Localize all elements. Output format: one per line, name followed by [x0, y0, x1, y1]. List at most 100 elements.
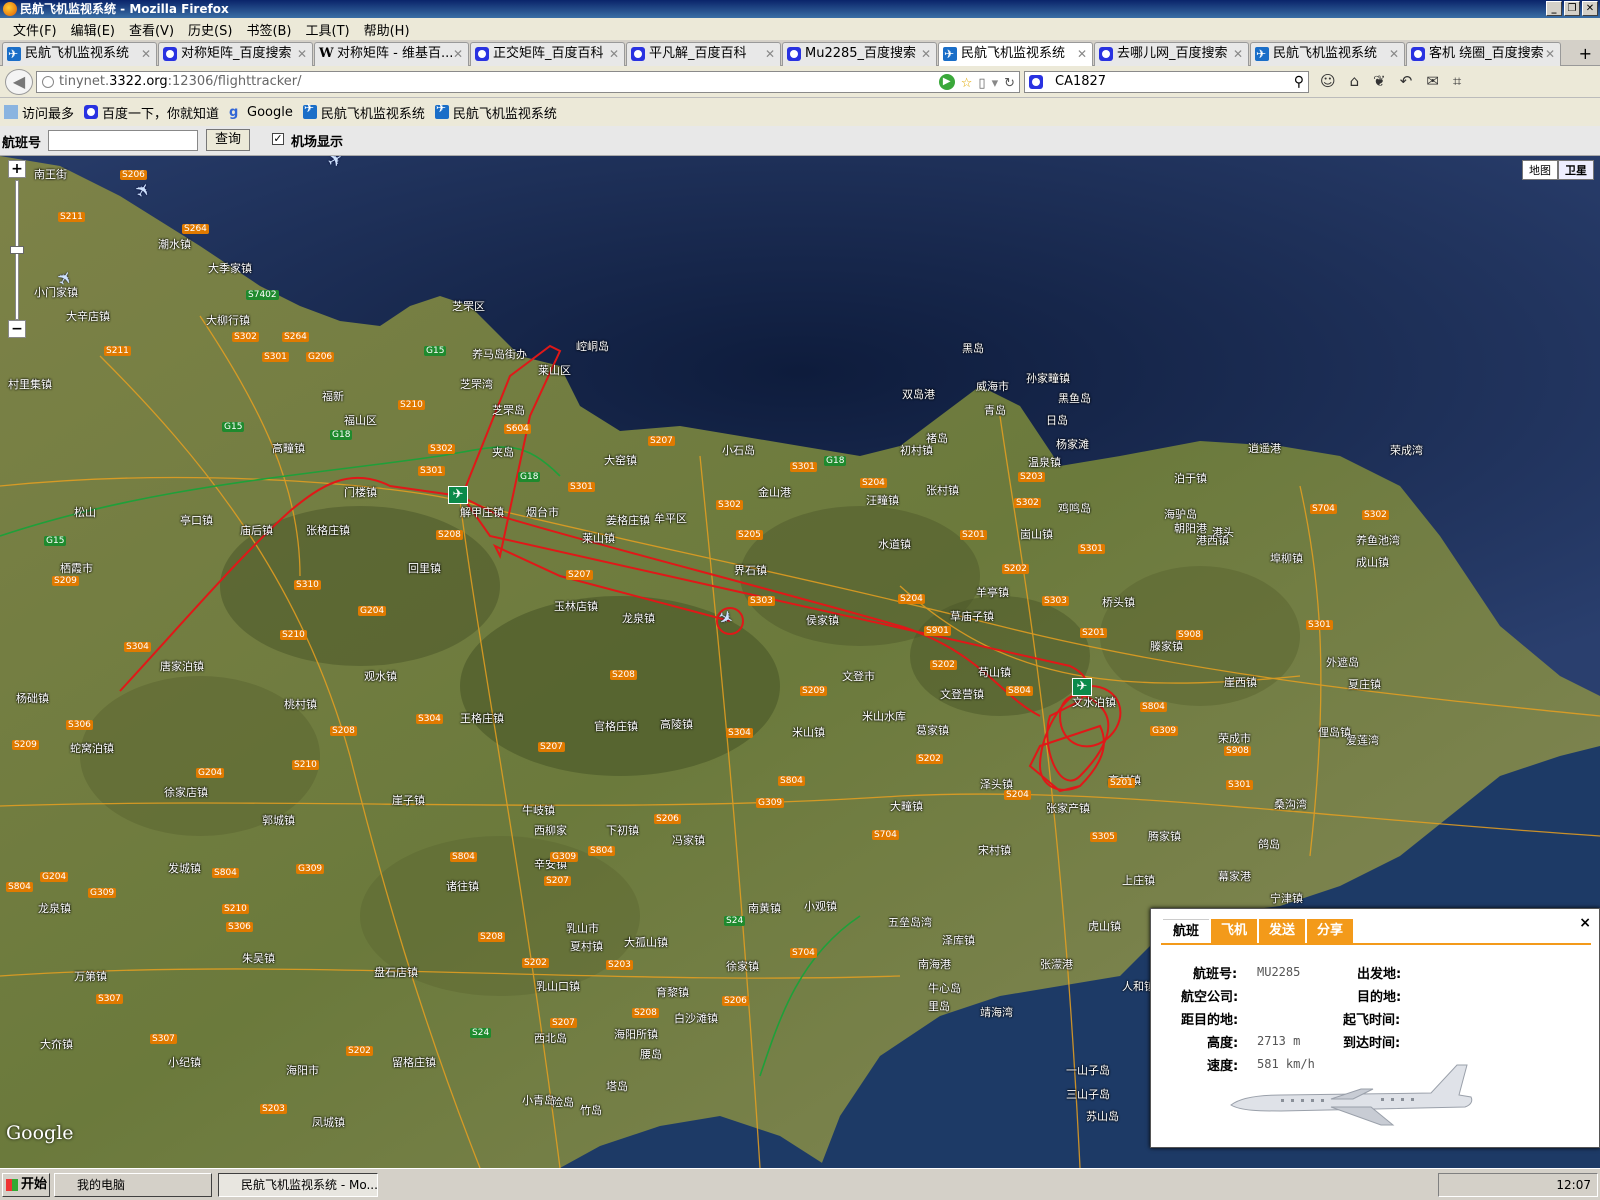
close-tab-icon[interactable]: ✕	[609, 43, 619, 65]
map-label: 逍遥港	[1248, 442, 1281, 455]
tab-flight-monitor-3[interactable]: 民航飞机监视系统✕	[1250, 42, 1405, 66]
flight-number-field-label: 航班号:	[1193, 967, 1238, 982]
smiley-icon[interactable]: ☺	[1320, 72, 1336, 90]
chat-icon[interactable]: ✉	[1426, 72, 1439, 90]
road-shield: S207	[648, 436, 675, 446]
map-label: 米山镇	[792, 726, 825, 739]
map-type-satellite-button[interactable]: 卫星	[1558, 160, 1594, 180]
tab-bar: 民航飞机监视系统✕ 对称矩阵_百度搜索✕ W对称矩阵 - 维基百...✕ 正交矩…	[0, 40, 1600, 67]
bookmark-baidu[interactable]: 百度一下，你就知道	[84, 103, 219, 122]
bookmark-most-visited[interactable]: 访问最多	[4, 103, 74, 122]
bookmark-flight-monitor-1[interactable]: 民航飞机监视系统	[302, 101, 425, 122]
home-icon[interactable]: ⌂	[1350, 72, 1360, 90]
tab-plane-circling-search[interactable]: 客机 绕圈_百度搜索 ✕	[1406, 42, 1561, 66]
menu-file[interactable]: 文件(F)	[6, 20, 64, 39]
road-shield: S301	[568, 482, 595, 492]
dropdown-icon[interactable]: ▾	[992, 74, 999, 94]
close-tab-icon[interactable]: ✕	[1389, 43, 1399, 65]
tab-flight-monitor-active[interactable]: 民航飞机监视系统✕	[938, 42, 1093, 67]
leaf-icon[interactable]: ❦	[1373, 72, 1386, 90]
close-tab-icon[interactable]: ✕	[765, 43, 775, 65]
search-icon[interactable]: ⚲	[1294, 72, 1304, 92]
map-label: 大夼镇	[40, 1038, 73, 1051]
popup-tab-flight[interactable]: 航班	[1163, 919, 1209, 943]
road-shield: S301	[418, 466, 445, 476]
go-icon[interactable]: ▶	[938, 74, 955, 90]
map-label: 杨家滩	[1056, 438, 1089, 451]
popup-tab-share[interactable]: 分享	[1307, 919, 1353, 943]
task-my-computer[interactable]: 我的电脑	[54, 1173, 212, 1197]
star-icon[interactable]: ☆	[961, 74, 973, 94]
query-button[interactable]: 查询	[206, 129, 250, 151]
menu-edit[interactable]: 编辑(E)	[64, 20, 122, 39]
back-button[interactable]: ◀	[5, 69, 33, 95]
baidu-icon	[1029, 75, 1043, 89]
tab-mu2285-search[interactable]: Mu2285_百度搜索 ✕	[782, 42, 937, 66]
zoom-slider-handle[interactable]	[10, 246, 24, 254]
menu-bookmarks[interactable]: 书签(B)	[239, 20, 298, 39]
bookmark-flight-monitor-2[interactable]: 民航飞机监视系统	[434, 101, 557, 122]
road-shield: S804	[6, 882, 33, 892]
minimize-button[interactable]: _	[1546, 1, 1562, 16]
road-shield: S301	[1226, 780, 1253, 790]
popup-tab-plane[interactable]: 飞机	[1211, 919, 1257, 943]
airport-marker-yantai[interactable]: ✈	[448, 486, 468, 504]
map-label: 养马岛街办	[472, 348, 527, 361]
flight-number-input[interactable]	[48, 130, 198, 151]
map-label: 村里集镇	[8, 378, 52, 391]
map-label: 冯家镇	[672, 834, 705, 847]
airport-display-checkbox[interactable]: ✓	[272, 133, 284, 145]
close-window-button[interactable]: ✕	[1582, 1, 1598, 16]
baidu-icon	[1411, 47, 1425, 61]
road-shield: S264	[182, 224, 209, 234]
popup-close-button[interactable]: ×	[1579, 915, 1591, 931]
zoom-out-button[interactable]: −	[8, 320, 26, 338]
menu-bar: 文件(F) 编辑(E) 查看(V) 历史(S) 书签(B) 工具(T) 帮助(H…	[0, 18, 1600, 40]
url-bar[interactable]: tinynet.3322.org:12306/flighttracker/ ▶ …	[36, 71, 1020, 93]
road-shield: S301	[790, 462, 817, 472]
close-tab-icon[interactable]: ✕	[1545, 43, 1555, 65]
menu-view[interactable]: 查看(V)	[122, 20, 181, 39]
close-tab-icon[interactable]: ✕	[141, 43, 151, 65]
reload-icon[interactable]: ↻	[1004, 74, 1015, 94]
undo-icon[interactable]: ↶	[1400, 72, 1413, 90]
tab-trivial-solution[interactable]: 平凡解_百度百科 ✕	[626, 42, 781, 66]
search-input[interactable]: CA1827 ⚲	[1024, 71, 1309, 93]
tab-flight-monitor-1[interactable]: 民航飞机监视系统✕	[2, 42, 157, 66]
road-shield: S24	[470, 1028, 492, 1038]
map-label: 朱吴镇	[242, 952, 275, 965]
close-tab-icon[interactable]: ✕	[921, 43, 931, 65]
tab-qunar-search[interactable]: 去哪儿网_百度搜索 ✕	[1094, 42, 1249, 66]
crop-icon[interactable]: ⌗	[1453, 72, 1461, 90]
close-tab-icon[interactable]: ✕	[1233, 43, 1243, 65]
road-shield: S306	[66, 720, 93, 730]
zoom-in-button[interactable]: +	[8, 160, 26, 178]
phone-icon[interactable]: ▯	[978, 74, 985, 94]
tab-symmetric-matrix-wiki[interactable]: W 对称矩阵 - 维基百... ✕	[314, 42, 469, 66]
road-shield: S207	[544, 876, 571, 886]
menu-help[interactable]: 帮助(H)	[357, 20, 417, 39]
airport-marker-weihai[interactable]: ✈	[1072, 678, 1092, 696]
bookmark-google[interactable]: g Google	[229, 105, 293, 121]
map-label: 西柳家	[534, 824, 567, 837]
baidu-icon	[475, 47, 489, 61]
start-button[interactable]: 开始	[2, 1173, 50, 1197]
close-tab-icon[interactable]: ✕	[297, 43, 307, 65]
close-tab-icon[interactable]: ✕	[453, 43, 463, 65]
map-label: 竹岛	[580, 1104, 602, 1117]
map-label: 崆峒岛	[576, 340, 609, 353]
tab-orthogonal-matrix[interactable]: 正交矩阵_百度百科 ✕	[470, 42, 625, 66]
google-attribution: Google	[6, 1122, 74, 1144]
menu-tools[interactable]: 工具(T)	[299, 20, 357, 39]
road-shield: S207	[566, 570, 593, 580]
menu-history[interactable]: 历史(S)	[181, 20, 239, 39]
map-type-map-button[interactable]: 地图	[1522, 160, 1558, 180]
restore-button[interactable]: ❐	[1564, 1, 1580, 16]
tab-symmetric-matrix-search[interactable]: 对称矩阵_百度搜索 ✕	[158, 42, 313, 66]
popup-tab-send[interactable]: 发送	[1259, 919, 1305, 943]
task-firefox[interactable]: 民航飞机监视系统 - Mo...	[218, 1173, 378, 1197]
map-label: 夏庄镇	[1348, 678, 1381, 691]
close-tab-icon[interactable]: ✕	[1077, 43, 1087, 65]
road-shield: S204	[860, 478, 887, 488]
new-tab-button[interactable]: +	[1579, 44, 1592, 63]
